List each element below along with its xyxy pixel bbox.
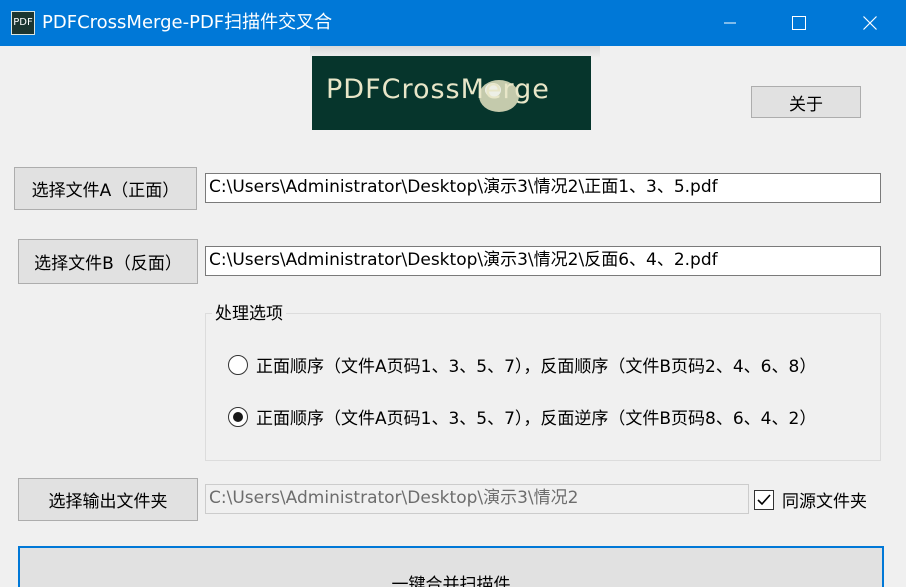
title-bar: PDF PDFCrossMerge-PDF扫描件交叉合 — [0, 0, 906, 46]
file-a-path-field[interactable]: C:\Users\Administrator\Desktop\演示3\情况2\正… — [205, 173, 881, 203]
merge-button[interactable]: 一键合并扫描件 — [18, 546, 884, 587]
file-b-path-field[interactable]: C:\Users\Administrator\Desktop\演示3\情况2\反… — [205, 246, 881, 276]
app-logo: PDFCrossMerge — [312, 56, 591, 130]
maximize-icon — [792, 16, 806, 30]
window-title: PDFCrossMerge-PDF扫描件交叉合 — [42, 12, 333, 33]
radio-option-label: 正面顺序（文件A页码1、3、5、7），反面顺序（文件B页码2、4、6、8） — [256, 357, 817, 377]
radio-option-reverse[interactable]: 正面顺序（文件A页码1、3、5、7），反面逆序（文件B页码8、6、4、2） — [228, 404, 816, 429]
logo-text: PDFCrossMerge — [326, 74, 550, 105]
close-icon — [863, 16, 877, 30]
options-groupbox — [205, 313, 881, 461]
checkmark-icon — [757, 493, 771, 505]
select-file-a-button[interactable]: 选择文件A（正面） — [14, 167, 197, 210]
same-folder-label: 同源文件夹 — [782, 492, 867, 512]
same-folder-checkbox-row[interactable]: 同源文件夹 — [754, 487, 867, 512]
about-button[interactable]: 关于 — [751, 86, 861, 118]
radio-button-selected[interactable] — [228, 406, 248, 427]
same-folder-checkbox[interactable] — [754, 489, 774, 510]
close-button[interactable] — [842, 0, 898, 46]
minimize-button[interactable] — [702, 0, 758, 46]
select-file-b-button[interactable]: 选择文件B（反面） — [18, 239, 198, 284]
radio-option-forward[interactable]: 正面顺序（文件A页码1、3、5、7），反面顺序（文件B页码2、4、6、8） — [228, 352, 816, 377]
radio-option-label: 正面顺序（文件A页码1、3、5、7），反面逆序（文件B页码8、6、4、2） — [256, 409, 817, 429]
app-icon: PDF — [11, 11, 35, 35]
options-group-title: 处理选项 — [212, 302, 286, 326]
maximize-button[interactable] — [771, 0, 827, 46]
minimize-icon — [724, 22, 736, 24]
select-output-folder-button[interactable]: 选择输出文件夹 — [18, 478, 198, 521]
radio-button[interactable] — [228, 354, 248, 375]
output-folder-path-field: C:\Users\Administrator\Desktop\演示3\情况2 — [205, 484, 749, 514]
